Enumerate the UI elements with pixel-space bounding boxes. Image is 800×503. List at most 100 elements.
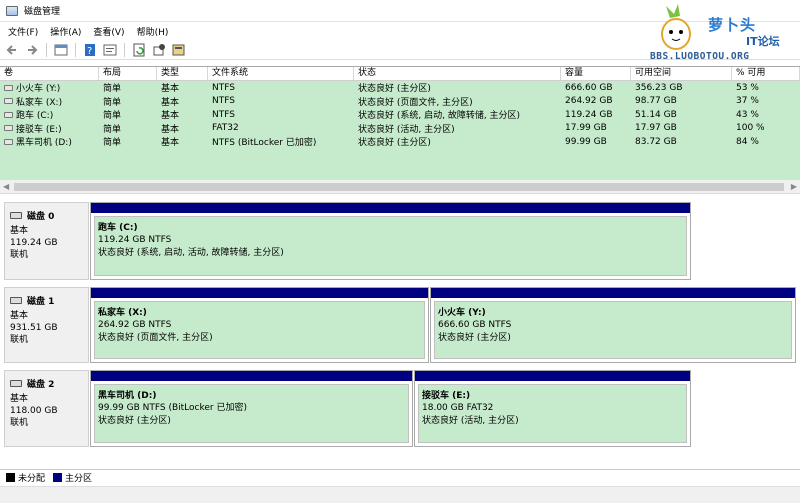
- volume-row[interactable]: 跑车 (C:) 简单 基本 NTFS 状态良好 (系统, 启动, 故障转储, 主…: [0, 108, 800, 122]
- disk-row: 磁盘 0 基本 119.24 GB 联机 跑车 (C:) 119.24 GB N…: [0, 202, 800, 280]
- partition-bar: [91, 203, 690, 213]
- volume-type: 基本: [161, 84, 180, 95]
- partition-block[interactable]: 黑车司机 (D:) 99.99 GB NTFS (BitLocker 已加密) …: [90, 370, 413, 447]
- volume-row[interactable]: 私家车 (X:) 简单 基本 NTFS 状态良好 (页面文件, 主分区) 264…: [0, 95, 800, 109]
- col-filesystem[interactable]: 文件系统: [208, 67, 354, 80]
- volume-percent-free: 100 %: [736, 123, 765, 134]
- hard-disk-icon: [10, 297, 22, 304]
- col-capacity[interactable]: 容量: [561, 67, 631, 80]
- volume-capacity: 119.24 GB: [565, 109, 613, 120]
- disk-info[interactable]: 磁盘 2 基本 118.00 GB 联机: [4, 370, 89, 447]
- refresh-icon[interactable]: [131, 42, 147, 58]
- volume-free: 51.14 GB: [635, 109, 677, 120]
- disk-size: 931.51 GB: [10, 323, 58, 333]
- volume-free: 83.72 GB: [635, 136, 677, 147]
- disk-type: 基本: [10, 226, 29, 236]
- volume-free: 98.77 GB: [635, 96, 677, 107]
- disk-name: 磁盘 0: [27, 212, 55, 222]
- volume-percent-free: 43 %: [736, 109, 759, 120]
- partition-bar: [91, 371, 412, 381]
- volume-layout: 简单: [103, 97, 122, 108]
- partition-size: 119.24 GB NTFS: [98, 235, 172, 245]
- menu-view[interactable]: 查看(V): [87, 25, 130, 38]
- export-icon[interactable]: [171, 42, 187, 58]
- scrollbar-thumb[interactable]: [14, 183, 784, 191]
- col-type[interactable]: 类型: [157, 67, 208, 80]
- col-percent-free[interactable]: % 可用: [732, 67, 800, 80]
- volume-list: 卷 布局 类型 文件系统 状态 容量 可用空间 % 可用 小火车 (Y:) 简单…: [0, 66, 800, 194]
- disk-map: 磁盘 0 基本 119.24 GB 联机 跑车 (C:) 119.24 GB N…: [0, 196, 800, 468]
- col-layout[interactable]: 布局: [99, 67, 157, 80]
- col-volume[interactable]: 卷: [0, 67, 99, 80]
- volume-capacity: 17.99 GB: [565, 123, 607, 134]
- disk-name: 磁盘 1: [27, 297, 55, 307]
- volume-row[interactable]: 接驳车 (E:) 简单 基本 FAT32 状态良好 (活动, 主分区) 17.9…: [0, 122, 800, 136]
- menu-help[interactable]: 帮助(H): [131, 25, 175, 38]
- back-icon[interactable]: [4, 42, 20, 58]
- forward-icon[interactable]: [24, 42, 40, 58]
- partition-bar: [415, 371, 690, 381]
- partition-size: 264.92 GB NTFS: [98, 320, 172, 330]
- volume-status: 状态良好 (活动, 主分区): [358, 124, 455, 135]
- disk-size: 119.24 GB: [10, 238, 58, 248]
- disk-row: 磁盘 2 基本 118.00 GB 联机 黑车司机 (D:) 99.99 GB …: [0, 370, 800, 447]
- partition-name: 小火车 (Y:): [438, 308, 486, 318]
- disk-size: 118.00 GB: [10, 406, 58, 416]
- toolbar-separator: [75, 42, 76, 57]
- disk-state: 联机: [10, 250, 29, 260]
- drive-icon: [4, 138, 13, 145]
- disk-row: 磁盘 1 基本 931.51 GB 联机 私家车 (X:) 264.92 GB …: [0, 287, 800, 363]
- disk-info[interactable]: 磁盘 1 基本 931.51 GB 联机: [4, 287, 89, 363]
- col-status[interactable]: 状态: [354, 67, 561, 80]
- volume-status: 状态良好 (系统, 启动, 故障转储, 主分区): [358, 111, 521, 122]
- disk-type: 基本: [10, 311, 29, 321]
- help-icon[interactable]: ?: [82, 42, 98, 58]
- volume-name: 接驳车 (E:): [16, 124, 62, 135]
- col-free-space[interactable]: 可用空间: [631, 67, 732, 80]
- partition-block[interactable]: 小火车 (Y:) 666.60 GB NTFS 状态良好 (主分区): [430, 287, 796, 363]
- partition-size: 666.60 GB NTFS: [438, 320, 512, 330]
- partition-name: 私家车 (X:): [98, 308, 147, 318]
- partition-bar: [91, 288, 428, 298]
- view-icon[interactable]: [53, 42, 69, 58]
- volume-layout: 简单: [103, 111, 122, 122]
- volume-type: 基本: [161, 111, 180, 122]
- disk-info[interactable]: 磁盘 0 基本 119.24 GB 联机: [4, 202, 89, 280]
- volume-status: 状态良好 (主分区): [358, 138, 431, 149]
- partition-block[interactable]: 跑车 (C:) 119.24 GB NTFS 状态良好 (系统, 启动, 活动,…: [90, 202, 691, 280]
- volume-row[interactable]: 小火车 (Y:) 简单 基本 NTFS 状态良好 (主分区) 666.60 GB…: [0, 81, 800, 95]
- partition-size: 18.00 GB FAT32: [422, 403, 494, 413]
- volume-filesystem: NTFS: [212, 82, 235, 93]
- partition-block[interactable]: 私家车 (X:) 264.92 GB NTFS 状态良好 (页面文件, 主分区): [90, 287, 429, 363]
- menu-action[interactable]: 操作(A): [44, 25, 87, 38]
- volume-layout: 简单: [103, 138, 122, 149]
- toolbar-separator: [46, 42, 47, 57]
- volume-row[interactable]: 黑车司机 (D:) 简单 基本 NTFS (BitLocker 已加密) 状态良…: [0, 135, 800, 149]
- volume-filesystem: NTFS: [212, 96, 235, 107]
- legend: 未分配 主分区: [0, 469, 800, 485]
- volume-name: 黑车司机 (D:): [16, 138, 72, 149]
- partition-name: 跑车 (C:): [98, 223, 138, 233]
- volume-free: 356.23 GB: [635, 82, 683, 93]
- menu-file[interactable]: 文件(F): [2, 25, 44, 38]
- volume-capacity: 99.99 GB: [565, 136, 607, 147]
- disk-state: 联机: [10, 418, 29, 428]
- volume-percent-free: 53 %: [736, 82, 759, 93]
- primary-partition-swatch: [53, 473, 63, 482]
- properties-icon[interactable]: [102, 42, 118, 58]
- scroll-left-icon[interactable]: ◀: [3, 182, 9, 191]
- volume-status: 状态良好 (页面文件, 主分区): [358, 97, 473, 108]
- volume-filesystem: FAT32: [212, 123, 239, 134]
- menu-bar: 文件(F) 操作(A) 查看(V) 帮助(H): [0, 22, 800, 40]
- legend-unallocated: 未分配: [18, 474, 46, 484]
- partition-block[interactable]: 接驳车 (E:) 18.00 GB FAT32 状态良好 (活动, 主分区): [414, 370, 691, 447]
- volume-name: 跑车 (C:): [16, 111, 54, 122]
- hard-disk-icon: [10, 380, 22, 387]
- settings-icon[interactable]: [151, 42, 167, 58]
- partition-status: 状态良好 (活动, 主分区): [422, 416, 519, 426]
- scroll-right-icon[interactable]: ▶: [791, 182, 797, 191]
- partition-status: 状态良好 (系统, 启动, 活动, 故障转储, 主分区): [98, 248, 284, 258]
- volume-list-scrollbar[interactable]: ◀ ▶: [0, 179, 800, 193]
- partition-bar: [431, 288, 795, 298]
- toolbar: ?: [0, 40, 800, 60]
